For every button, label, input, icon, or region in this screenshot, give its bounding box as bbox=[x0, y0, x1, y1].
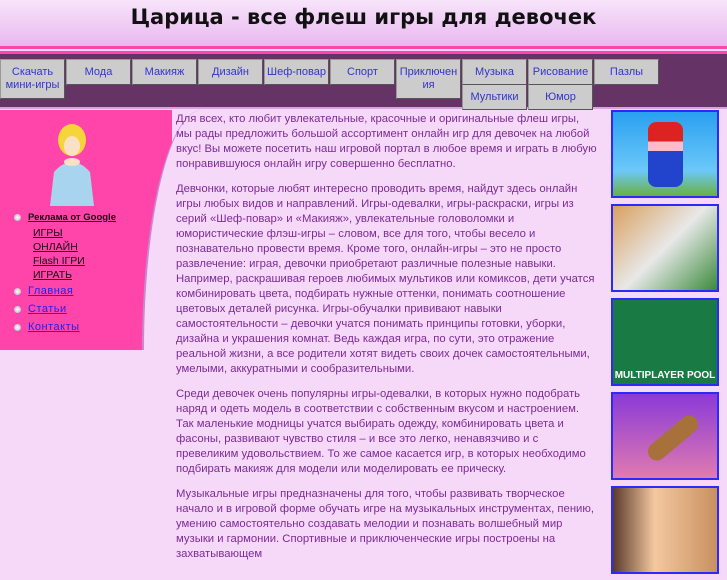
girls-game-thumb[interactable] bbox=[611, 486, 719, 574]
bullet-icon bbox=[14, 323, 21, 331]
nav-sport[interactable]: Спорт bbox=[330, 59, 395, 85]
paragraph: Девчонки, которые любят интересно провод… bbox=[176, 183, 595, 375]
skateboard-game-thumb[interactable] bbox=[611, 392, 719, 480]
main-content: Для всех, кто любит увлекательные, красо… bbox=[176, 112, 598, 572]
ad-link[interactable]: ОНЛАЙН bbox=[33, 240, 116, 254]
header: Царица - все флеш игры для девочек bbox=[0, 0, 727, 46]
nav-adventure[interactable]: Приключения bbox=[396, 59, 461, 99]
bullet-icon bbox=[14, 213, 21, 221]
ad-link[interactable]: ИГРАТЬ bbox=[33, 268, 116, 282]
nav-makeup[interactable]: Макияж bbox=[132, 59, 197, 85]
princess-image bbox=[50, 124, 94, 206]
nav-download[interactable]: Скачать мини-игры bbox=[0, 59, 65, 99]
nav-design[interactable]: Дизайн bbox=[198, 59, 263, 85]
google-ads-title[interactable]: Реклама от Google bbox=[28, 212, 116, 223]
site-title: Царица - все флеш игры для девочек bbox=[130, 5, 597, 29]
pool-title: MULTIPLAYER POOL bbox=[614, 370, 716, 381]
nav-music[interactable]: Музыка bbox=[462, 59, 527, 85]
bullet-icon bbox=[14, 305, 21, 313]
nav-drawing[interactable]: Рисование bbox=[528, 59, 593, 85]
sidebar-menu: Реклама от Google ИГРЫ ОНЛАЙН Flash ІГРИ… bbox=[14, 208, 116, 336]
paragraph: Для всех, кто любит увлекательные, красо… bbox=[176, 113, 597, 170]
nav-chef[interactable]: Шеф-повар bbox=[264, 59, 329, 85]
link-articles[interactable]: Статьи bbox=[28, 303, 67, 315]
link-home[interactable]: Главная bbox=[28, 285, 73, 297]
nav-bar: Скачать мини-игры Мода Макияж Дизайн Шеф… bbox=[0, 57, 727, 110]
link-contacts[interactable]: Контакты bbox=[28, 321, 80, 333]
nav-fashion[interactable]: Мода bbox=[66, 59, 131, 85]
pool-game-thumb[interactable]: MULTIPLAYER POOL bbox=[611, 298, 719, 386]
ad-link[interactable]: ИГРЫ bbox=[33, 226, 116, 240]
family-guy-game-thumb[interactable] bbox=[611, 204, 719, 292]
bullet-icon bbox=[14, 287, 21, 295]
nav-cartoons[interactable]: Мультики bbox=[462, 85, 527, 110]
nav-humor[interactable]: Юмор bbox=[528, 85, 593, 110]
paragraph: Музыкальные игры предназначены для того,… bbox=[176, 488, 594, 560]
game-thumbnails: MULTIPLAYER POOL bbox=[611, 110, 719, 580]
nav-puzzles[interactable]: Пазлы bbox=[594, 59, 659, 85]
paragraph: Среди девочек очень популярны игры-одева… bbox=[176, 388, 586, 475]
mario-game-thumb[interactable] bbox=[611, 110, 719, 198]
ad-link[interactable]: Flash ІГРИ bbox=[33, 254, 116, 268]
